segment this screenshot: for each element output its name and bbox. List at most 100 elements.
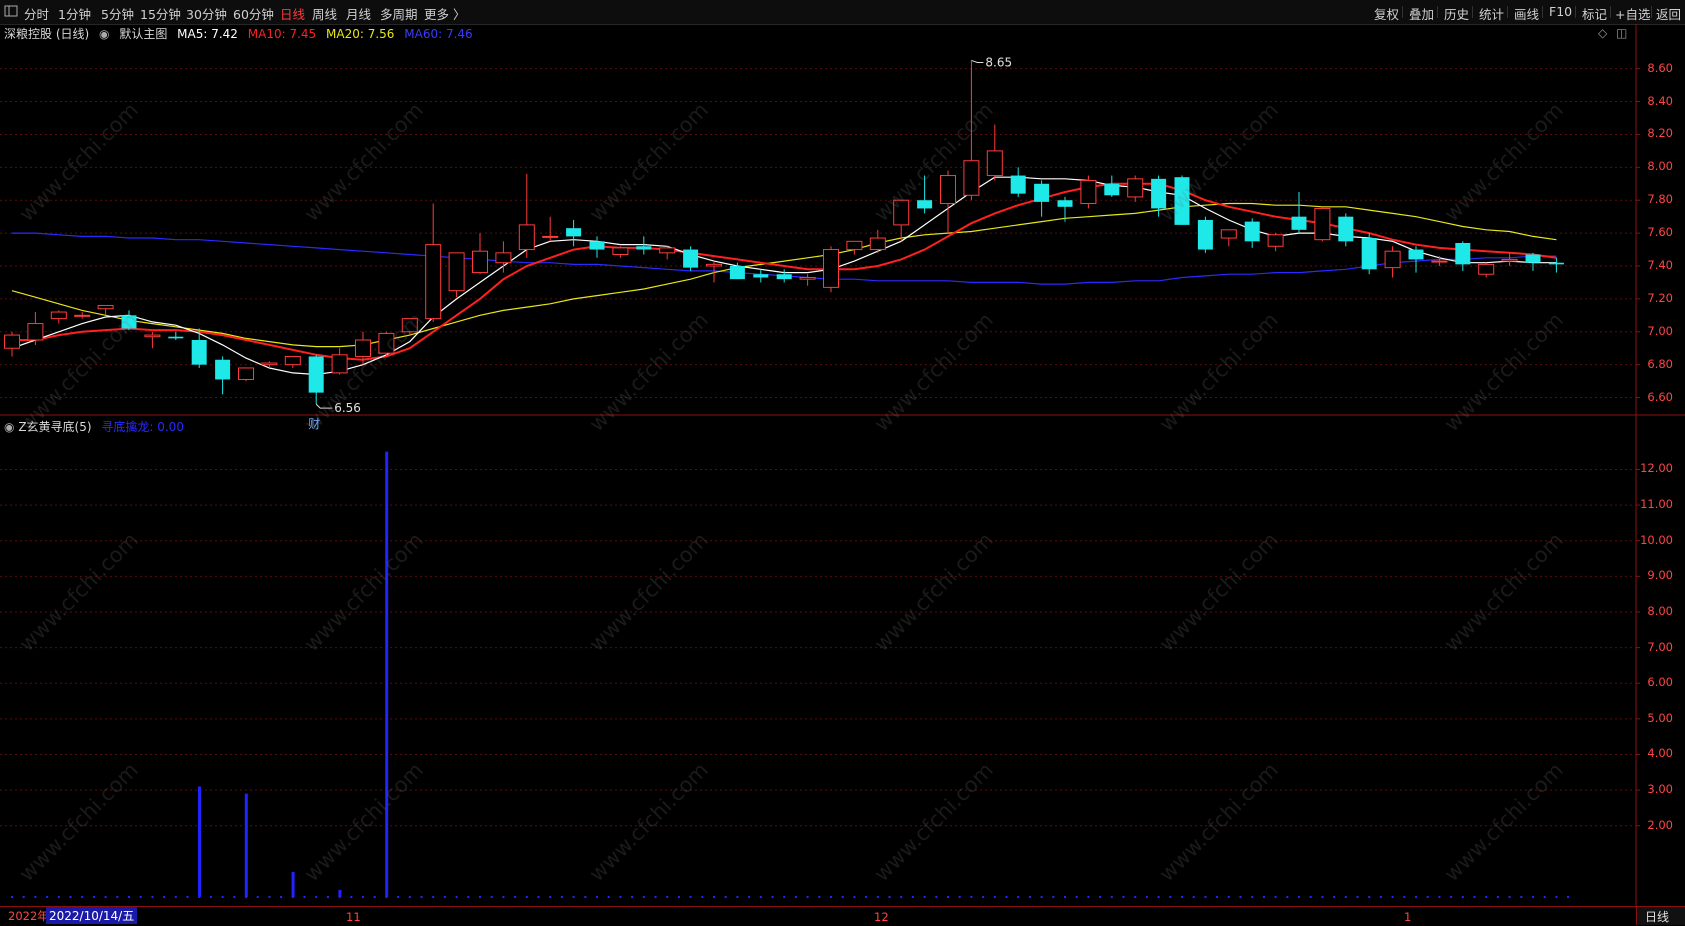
indicator-baseline-dot (1321, 896, 1324, 898)
candle-body (355, 339, 371, 357)
price-tick-label: 7.60 (1647, 225, 1673, 240)
candle-body (1244, 221, 1260, 242)
candle-body (1104, 183, 1120, 196)
candle-body (518, 224, 535, 251)
chart-canvas[interactable]: 8.65 6.56 财 (0, 0, 1685, 925)
candle-body (589, 241, 605, 250)
candle-body (1127, 178, 1144, 198)
indicator-baseline-dot (1532, 896, 1534, 898)
indicator-baseline-dot (584, 896, 587, 898)
indicator-baseline-dot (385, 896, 388, 898)
indicator-baseline-dot (338, 896, 341, 898)
candle-body (799, 277, 816, 280)
candle-body (308, 356, 324, 393)
indicator-baseline-dot (900, 896, 903, 898)
indicator-baseline-dot (1005, 896, 1008, 898)
indicator-baseline-dot (92, 896, 95, 898)
candle-body (1174, 177, 1190, 225)
candle-body (97, 304, 114, 310)
indicator-baseline-dot (1286, 896, 1289, 898)
candle-body (753, 274, 769, 278)
indicator-baseline-dot (806, 896, 809, 898)
indicator-layer (11, 451, 1570, 898)
indicator-baseline-dot (280, 896, 283, 898)
indicator-baseline-dot (911, 896, 914, 898)
indicator-baseline-dot (783, 896, 786, 898)
indicator-baseline-dot (479, 896, 481, 898)
indicator-tick-label: 2.00 (1647, 817, 1673, 832)
price-tick-label: 8.00 (1647, 159, 1673, 174)
candle-body (706, 263, 722, 267)
candle-body (401, 318, 418, 333)
indicator-baseline-dot (619, 896, 622, 898)
indicator-baseline-dot (11, 896, 13, 898)
indicator-tick-label: 8.00 (1647, 603, 1673, 618)
candle-body (168, 336, 184, 339)
indicator-baseline-dot (1426, 896, 1429, 898)
indicator-baseline-dot (128, 896, 130, 898)
indicator-baseline-dot (958, 896, 961, 898)
indicator-baseline-dot (947, 896, 949, 898)
indicator-baseline-dot (771, 896, 774, 898)
indicator-baseline-dot (1461, 896, 1464, 898)
indicator-baseline-dot (1087, 896, 1090, 898)
indicator-baseline-dot (1508, 896, 1511, 898)
candle-body (121, 315, 137, 329)
indicator-baseline-dot (1134, 896, 1137, 898)
candle-body (378, 332, 395, 354)
indicator-baseline-dot (748, 896, 751, 898)
indicator-baseline-dot (209, 896, 212, 898)
indicator-baseline-dot (408, 896, 411, 898)
year-label: 2022年 (8, 909, 49, 923)
indicator-baseline-dot (1251, 896, 1254, 898)
indicator-baseline-dot (467, 896, 470, 898)
indicator-baseline-dot (1543, 896, 1546, 898)
price-tick-label: 8.60 (1647, 60, 1673, 75)
month-label: 1 (1404, 910, 1412, 924)
candle-body (542, 235, 559, 238)
indicator-baseline-dot (1555, 896, 1558, 898)
candle-body (940, 175, 956, 205)
indicator-baseline-dot (1145, 896, 1148, 898)
indicator-baseline-dot (233, 896, 236, 898)
indicator-baseline-dot (1450, 896, 1453, 898)
indicator-baseline-dot (970, 896, 973, 898)
indicator-baseline-dot (1298, 896, 1300, 898)
indicator-baseline-dot (993, 896, 996, 898)
candle-body (1501, 258, 1518, 262)
indicator-baseline-dot (1567, 896, 1570, 898)
indicator-baseline-dot (596, 896, 598, 898)
candle-body (636, 246, 652, 250)
indicator-baseline-dot (865, 896, 868, 898)
indicator-baseline-dot (1262, 896, 1265, 898)
candle-layer (4, 60, 1564, 405)
indicator-baseline-dot (46, 896, 49, 898)
indicator-baseline-dot (326, 896, 329, 898)
candle-body (893, 199, 910, 226)
indicator-baseline-dot (1227, 896, 1230, 898)
candle-body (284, 355, 301, 366)
candle-body (823, 249, 839, 288)
indicator-tick-label: 9.00 (1647, 568, 1673, 583)
low-marker (315, 403, 333, 409)
candle-body (776, 274, 792, 280)
annotation-layer: 8.65 6.56 财 (308, 55, 1012, 431)
indicator-tick-label: 10.00 (1640, 532, 1673, 547)
indicator-tick-label: 7.00 (1647, 639, 1673, 654)
candle-body (1291, 216, 1307, 230)
candle-body (1478, 263, 1495, 275)
indicator-baseline-dot (221, 896, 224, 898)
candle-body (729, 266, 745, 280)
candle-body (74, 314, 91, 317)
indicator-baseline-dot (1040, 896, 1043, 898)
candle-body (1151, 178, 1167, 209)
candle-body (1220, 229, 1237, 239)
month-label: 11 (346, 910, 361, 924)
low-label: 6.56 (334, 401, 361, 415)
candle-body (27, 323, 44, 341)
price-tick-label: 8.40 (1647, 93, 1673, 108)
indicator-baseline-dot (443, 896, 446, 898)
candle-body (50, 311, 67, 320)
indicator-baseline-dot (830, 896, 832, 898)
indicator-baseline-dot (397, 896, 400, 898)
